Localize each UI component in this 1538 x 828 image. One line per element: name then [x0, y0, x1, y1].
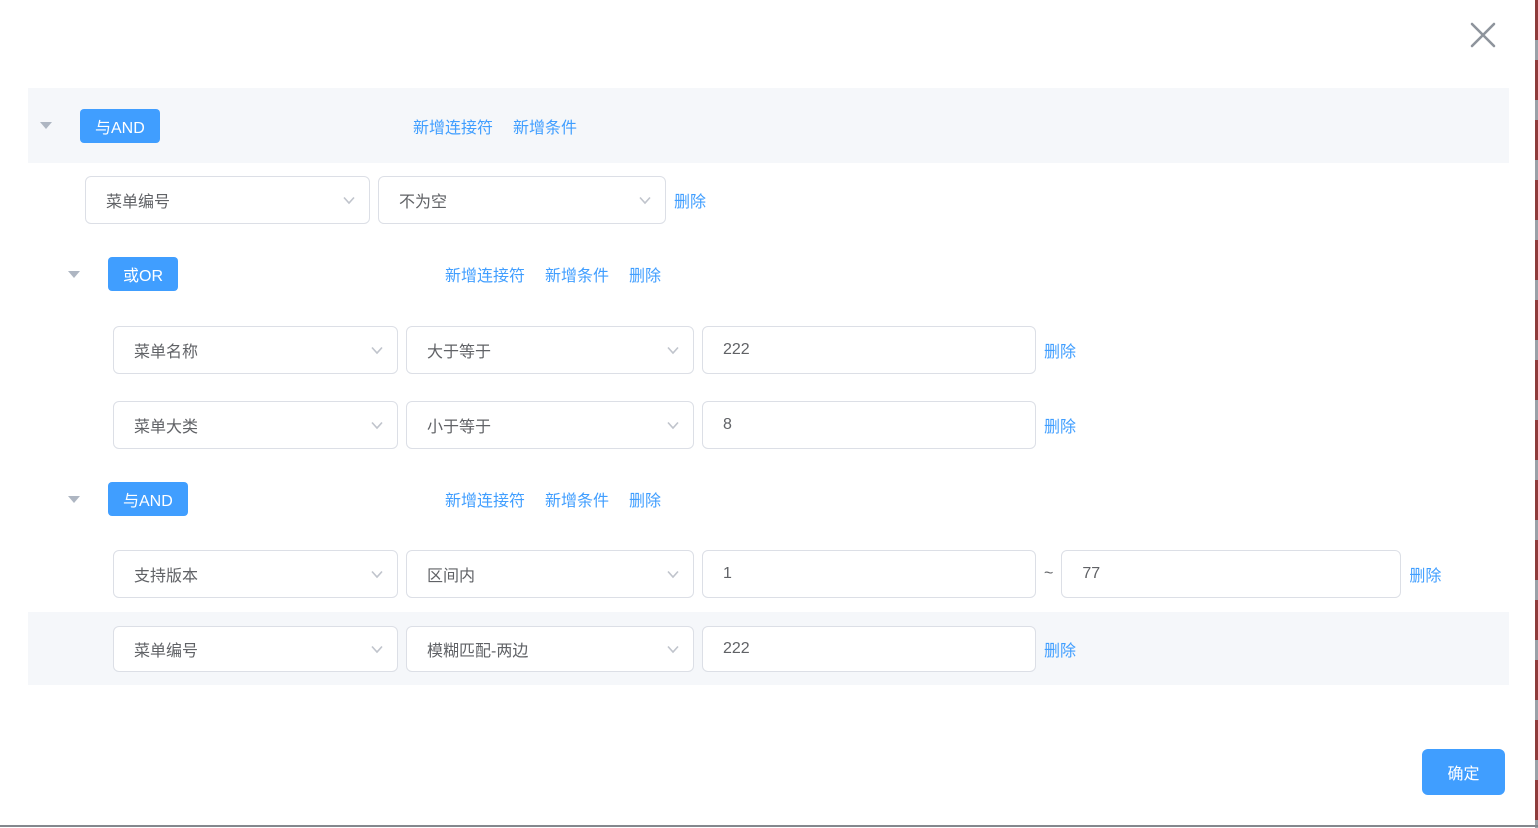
- collapse-arrow-icon[interactable]: [40, 122, 52, 129]
- chevron-down-icon: [369, 342, 385, 358]
- value-input[interactable]: [702, 401, 1036, 449]
- page-bottom-border: [0, 825, 1538, 827]
- group-header-and-1: 与AND 新增连接符 新增条件: [28, 88, 1509, 163]
- operator-select-value: 区间内: [427, 562, 475, 586]
- range-end-input[interactable]: [1061, 550, 1401, 598]
- close-button[interactable]: [1465, 17, 1501, 53]
- operator-select-value: 大于等于: [427, 338, 491, 362]
- delete-group-link[interactable]: 删除: [629, 487, 661, 511]
- delete-condition-link[interactable]: 删除: [1044, 637, 1076, 661]
- field-select-value: 菜单大类: [134, 413, 198, 437]
- field-select-value: 菜单编号: [106, 188, 170, 212]
- value-input[interactable]: [702, 626, 1036, 672]
- collapse-arrow-icon[interactable]: [68, 496, 80, 503]
- condition-builder: 与AND 新增连接符 新增条件 菜单编号 不为空 删除 或OR 新增连接符 新增…: [28, 88, 1509, 685]
- condition-row-5-band: 菜单编号 模糊匹配-两边 删除: [28, 612, 1509, 685]
- add-connector-link[interactable]: 新增连接符: [445, 262, 525, 286]
- connector-badge-and-2[interactable]: 与AND: [108, 482, 188, 516]
- operator-select[interactable]: 小于等于: [406, 401, 694, 449]
- condition-row-3: 菜单大类 小于等于 删除: [113, 401, 1509, 449]
- range-separator: ~: [1044, 565, 1053, 583]
- chevron-down-icon: [665, 417, 681, 433]
- add-condition-link[interactable]: 新增条件: [545, 487, 609, 511]
- group-actions: 新增连接符 新增条件: [413, 88, 577, 163]
- connector-badge-or[interactable]: 或OR: [108, 257, 178, 291]
- operator-select[interactable]: 大于等于: [406, 326, 694, 374]
- chevron-down-icon: [341, 192, 357, 208]
- delete-group-link[interactable]: 删除: [629, 262, 661, 286]
- chevron-down-icon: [637, 192, 653, 208]
- chevron-down-icon: [369, 566, 385, 582]
- value-input[interactable]: [702, 326, 1036, 374]
- chevron-down-icon: [369, 641, 385, 657]
- confirm-button[interactable]: 确定: [1422, 749, 1505, 795]
- field-select[interactable]: 支持版本: [113, 550, 398, 598]
- group-header-and-2: 与AND 新增连接符 新增条件 删除: [28, 481, 1509, 517]
- add-connector-link[interactable]: 新增连接符: [445, 487, 525, 511]
- add-condition-link[interactable]: 新增条件: [545, 262, 609, 286]
- chevron-down-icon: [369, 417, 385, 433]
- operator-select[interactable]: 区间内: [406, 550, 694, 598]
- condition-row-1: 菜单编号 不为空 删除: [85, 176, 1509, 224]
- field-select[interactable]: 菜单名称: [113, 326, 398, 374]
- operator-select[interactable]: 模糊匹配-两边: [406, 626, 694, 672]
- field-select-value: 菜单编号: [134, 637, 198, 661]
- chevron-down-icon: [665, 566, 681, 582]
- range-start-input[interactable]: [702, 550, 1036, 598]
- chevron-down-icon: [665, 342, 681, 358]
- condition-row-4: 支持版本 区间内 ~ 删除: [113, 550, 1509, 598]
- group-actions: 新增连接符 新增条件 删除: [445, 481, 661, 517]
- operator-select-value: 小于等于: [427, 413, 491, 437]
- operator-select-value: 不为空: [399, 188, 447, 212]
- operator-select-value: 模糊匹配-两边: [427, 637, 528, 661]
- delete-condition-link[interactable]: 删除: [1044, 413, 1076, 437]
- group-header-or: 或OR 新增连接符 新增条件 删除: [28, 256, 1509, 292]
- group-actions: 新增连接符 新增条件 删除: [445, 256, 661, 292]
- add-connector-link[interactable]: 新增连接符: [413, 114, 493, 138]
- chevron-down-icon: [665, 641, 681, 657]
- condition-row-2: 菜单名称 大于等于 删除: [113, 326, 1509, 374]
- field-select[interactable]: 菜单编号: [85, 176, 370, 224]
- delete-condition-link[interactable]: 删除: [1044, 338, 1076, 362]
- close-icon: [1465, 17, 1501, 53]
- add-condition-link[interactable]: 新增条件: [513, 114, 577, 138]
- condition-row-5: 菜单编号 模糊匹配-两边 删除: [113, 626, 1076, 672]
- collapse-arrow-icon[interactable]: [68, 271, 80, 278]
- operator-select[interactable]: 不为空: [378, 176, 666, 224]
- delete-condition-link[interactable]: 删除: [674, 188, 706, 212]
- connector-badge-and-1[interactable]: 与AND: [80, 109, 160, 143]
- field-select[interactable]: 菜单编号: [113, 626, 398, 672]
- field-select-value: 支持版本: [134, 562, 198, 586]
- delete-condition-link[interactable]: 删除: [1409, 562, 1441, 586]
- field-select[interactable]: 菜单大类: [113, 401, 398, 449]
- field-select-value: 菜单名称: [134, 338, 198, 362]
